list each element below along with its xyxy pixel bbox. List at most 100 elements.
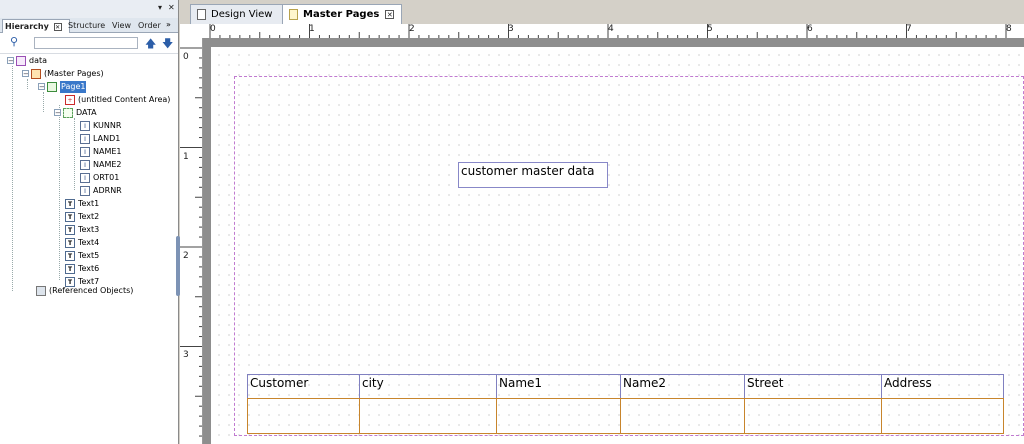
tab-structure[interactable]: Structure: [66, 19, 112, 32]
search-icon[interactable]: ⚲: [10, 35, 18, 48]
ruler-label: 4: [608, 24, 614, 34]
data-cell[interactable]: [881, 399, 1003, 433]
move-down-icon[interactable]: 🡇: [162, 35, 173, 54]
data-cell[interactable]: [620, 399, 744, 433]
table-data-row[interactable]: [247, 398, 1004, 434]
tab-hierarchy-close-icon[interactable]: ✕: [53, 22, 62, 31]
tab-design-view[interactable]: Design View: [190, 4, 288, 24]
tree-node-field[interactable]: I ADRNR: [80, 185, 122, 197]
ruler-label: 0: [210, 24, 216, 34]
data-cell[interactable]: [248, 399, 359, 433]
table-header-row[interactable]: Customer city Name1 Name2 Street Address: [247, 374, 1004, 399]
text-field-icon: I: [80, 147, 90, 157]
tree-node-text[interactable]: T Text6: [65, 263, 99, 275]
ruler-label: 0: [183, 52, 189, 62]
header-cell-city[interactable]: city: [359, 375, 496, 398]
tree-node-label: Text5: [78, 251, 100, 260]
tree-node-data[interactable]: − data: [7, 55, 47, 67]
header-cell-address[interactable]: Address: [881, 375, 1003, 398]
tab-master-pages[interactable]: Master Pages ✕: [282, 4, 402, 24]
header-label: city: [362, 376, 384, 390]
tree-node-label: (Master Pages): [44, 69, 104, 78]
page-icon: [47, 82, 57, 92]
tab-hierarchy[interactable]: Hierarchy ✕: [2, 19, 70, 33]
palette-menu-icon[interactable]: ▾: [158, 3, 162, 12]
tree-node-label: ORT01: [93, 173, 120, 182]
tree-search-input[interactable]: [34, 37, 138, 49]
tree-node-text[interactable]: T Text3: [65, 224, 99, 236]
ruler-label: 3: [508, 24, 514, 34]
vertical-ruler-ticks: [180, 47, 202, 437]
tab-order-label: Order: [138, 21, 161, 30]
title-text: customer master data: [461, 164, 595, 178]
tree-node-label: (Referenced Objects): [49, 286, 134, 295]
vertical-ruler[interactable]: 0 1 2 3: [180, 38, 203, 444]
tree-node-field[interactable]: I ORT01: [80, 172, 119, 184]
header-cell-name1[interactable]: Name1: [496, 375, 620, 398]
tree-node-label: KUNNR: [93, 121, 122, 130]
ruler-label: 7: [906, 24, 912, 34]
ruler-label: 2: [409, 24, 415, 34]
tree-node-text[interactable]: T Text1: [65, 198, 99, 210]
tree-connector: [12, 66, 13, 291]
tree-node-label: Page1: [60, 81, 87, 93]
header-cell-name2[interactable]: Name2: [620, 375, 744, 398]
tree-node-label: Text2: [78, 212, 100, 221]
tree-node-text[interactable]: T Text2: [65, 211, 99, 223]
ruler-label: 5: [707, 24, 713, 34]
tree-node-text[interactable]: T Text5: [65, 250, 99, 262]
collapse-icon[interactable]: −: [7, 57, 14, 65]
tree-node-label: NAME2: [93, 160, 122, 169]
tree-node-page1[interactable]: − Page1: [38, 81, 87, 93]
tree-node-label: Text4: [78, 238, 100, 247]
master-page-document-icon: [289, 8, 298, 20]
subform-icon: [63, 108, 73, 118]
tree-node-label: Text6: [78, 264, 100, 273]
data-cell[interactable]: [496, 399, 620, 433]
header-cell-street[interactable]: Street: [744, 375, 881, 398]
header-cell-customer[interactable]: Customer: [248, 375, 359, 398]
tab-view-label: View: [112, 21, 131, 30]
tree-node-label: (untitled Content Area): [78, 95, 171, 104]
tree-node-referenced-objects[interactable]: (Referenced Objects): [36, 285, 133, 297]
header-label: Customer: [250, 376, 309, 390]
collapse-icon[interactable]: −: [38, 83, 45, 91]
palette-close-icon[interactable]: ✕: [168, 3, 175, 12]
tree-node-field[interactable]: I NAME1: [80, 146, 122, 158]
tree-node-label: LAND1: [93, 134, 121, 143]
collapse-icon[interactable]: −: [22, 70, 29, 78]
tree-node-label: DATA: [76, 108, 97, 117]
text-field-icon: I: [80, 173, 90, 183]
text-field-icon: I: [80, 160, 90, 170]
tab-view[interactable]: View: [110, 19, 138, 32]
header-label: Address: [884, 376, 932, 390]
tab-master-pages-label: Master Pages: [303, 9, 380, 20]
tab-order[interactable]: Order: [136, 19, 168, 32]
tree-node-content-area[interactable]: + (untitled Content Area): [65, 94, 170, 106]
tree-node-field[interactable]: I KUNNR: [80, 120, 121, 132]
tree-node-text[interactable]: T Text4: [65, 237, 99, 249]
ruler-label: 1: [183, 152, 189, 162]
tree-node-data-subform[interactable]: − DATA: [54, 107, 97, 119]
tree-node-field[interactable]: I LAND1: [80, 133, 120, 145]
tree-connector: [27, 79, 28, 89]
title-text-object[interactable]: customer master data: [458, 162, 608, 188]
tab-overflow-icon[interactable]: »: [166, 20, 171, 29]
document-icon: [197, 8, 206, 20]
text-object-icon: T: [65, 225, 75, 235]
tree-node-field[interactable]: I NAME2: [80, 159, 122, 171]
horizontal-ruler[interactable]: 0 1 2 3 4 5 6 7 8: [202, 24, 1024, 39]
tree-node-label: ADRNR: [93, 186, 122, 195]
content-area-icon: +: [65, 95, 75, 105]
tab-hierarchy-label: Hierarchy: [5, 22, 49, 31]
tab-close-icon[interactable]: ✕: [385, 9, 395, 19]
tree-node-label: Text3: [78, 225, 100, 234]
collapse-icon[interactable]: −: [54, 109, 61, 117]
ruler-label: 1: [309, 24, 315, 34]
data-form-icon: [16, 56, 26, 66]
text-object-icon: T: [65, 238, 75, 248]
data-cell[interactable]: [359, 399, 496, 433]
data-cell[interactable]: [744, 399, 881, 433]
move-up-icon[interactable]: 🡅: [145, 35, 156, 54]
tree-node-master-pages[interactable]: − (Master Pages): [22, 68, 104, 80]
